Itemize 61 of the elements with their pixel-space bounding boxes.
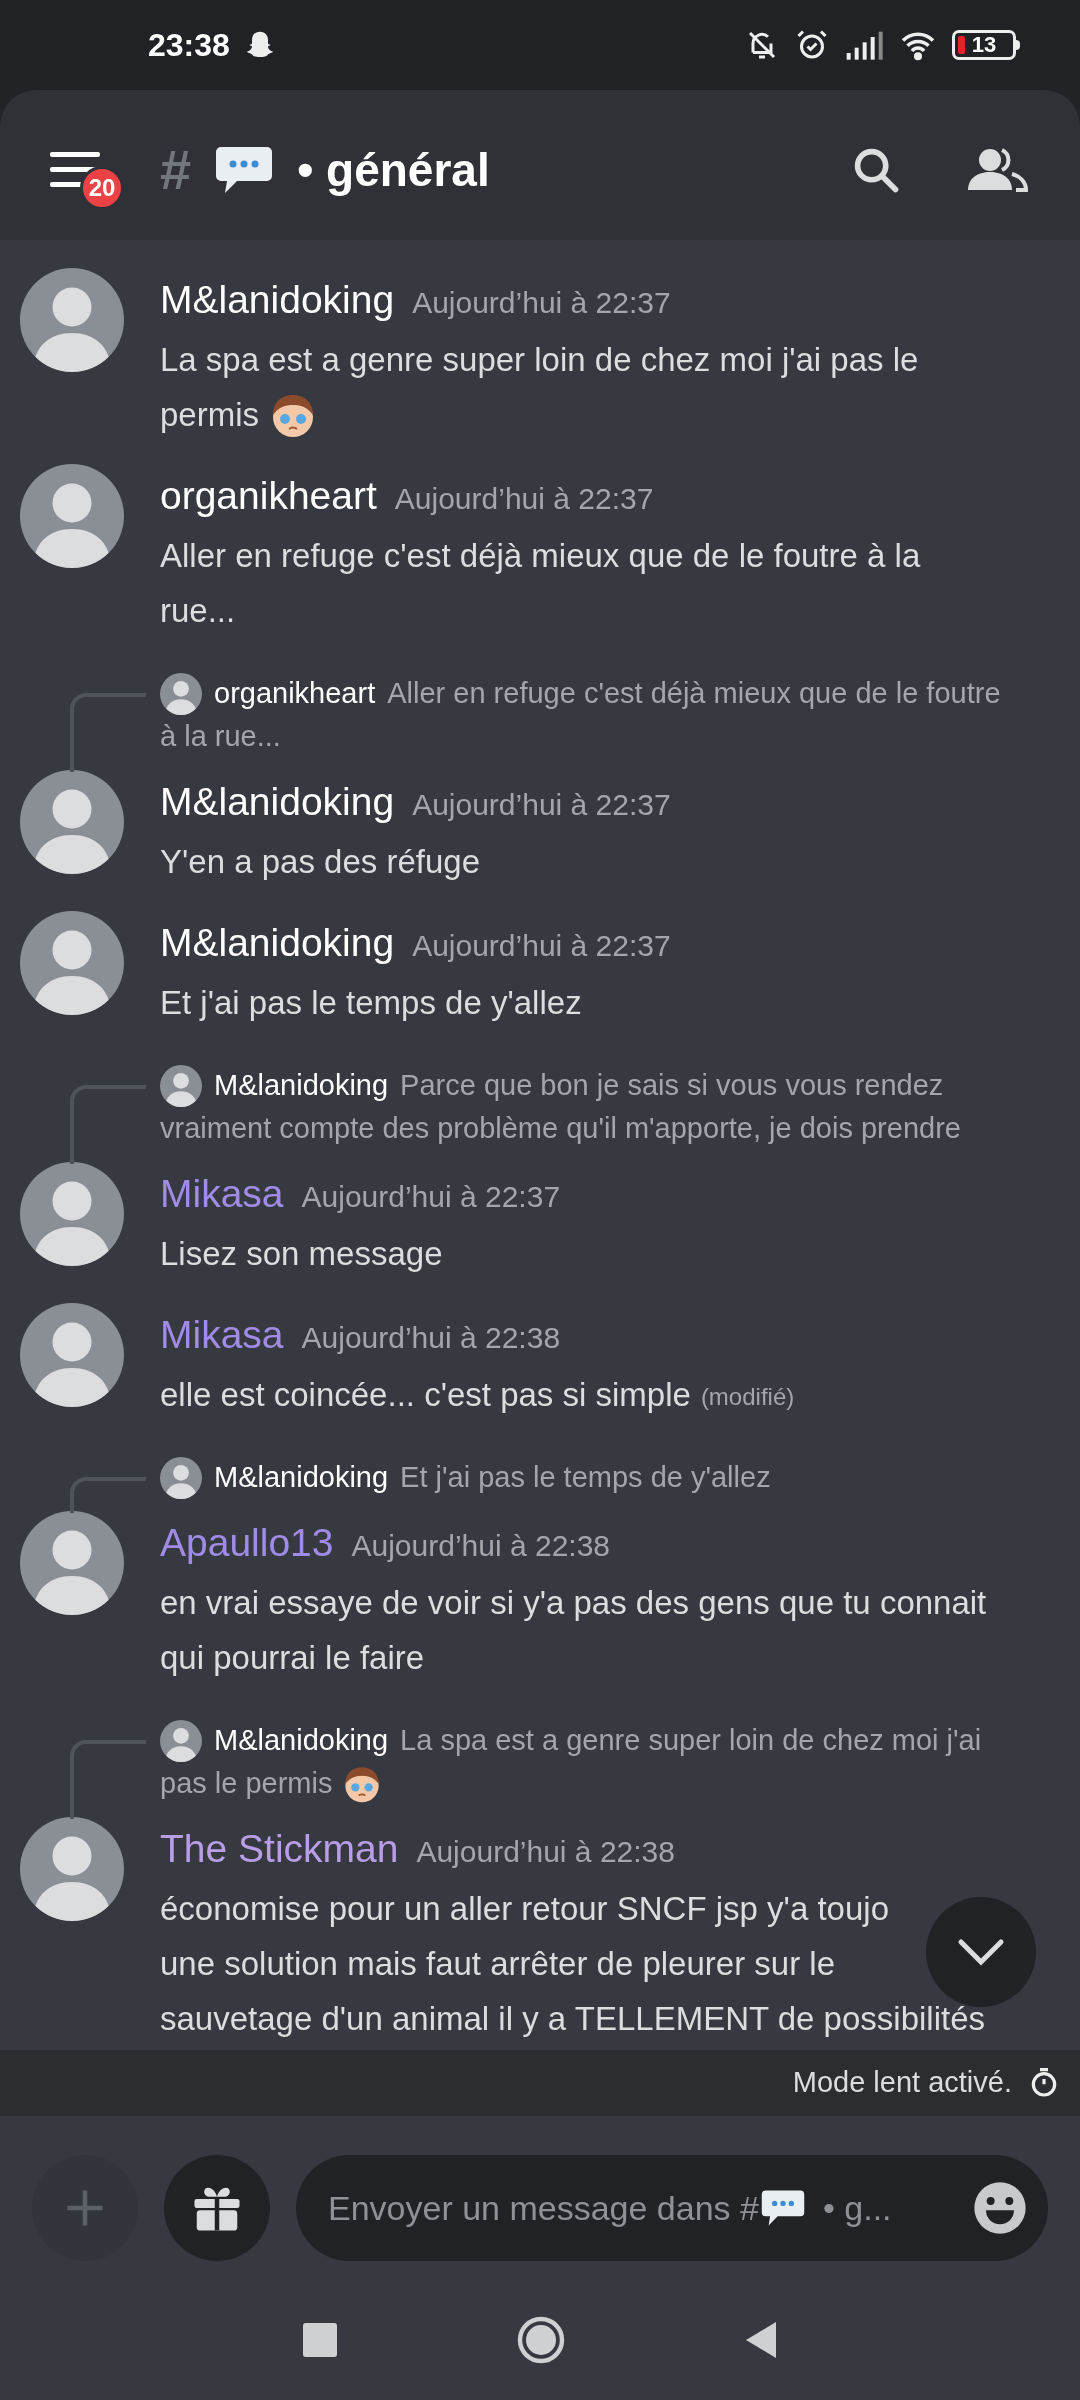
message-text: rue... (160, 590, 236, 631)
speech-bubble-icon (760, 2189, 805, 2227)
reply-preview: La spa est a genre super loin de chez moi j'ai (400, 1722, 982, 1758)
reply-preview: pas le permis (160, 1765, 333, 1801)
reply-author[interactable]: M&lanidoking (214, 1718, 389, 1763)
username[interactable]: M&lanidoking (160, 270, 395, 330)
message-text: Y'en a pas des réfuge (160, 841, 481, 882)
username[interactable]: Apaullo13 (160, 1513, 334, 1573)
reply-author[interactable]: M&lanidoking (214, 1455, 389, 1500)
username[interactable]: organikheart (160, 466, 377, 526)
username[interactable]: M&lanidoking (160, 772, 395, 832)
reply-preview: vraiment compte des problème qu'il m'apporte, je dois prendre (160, 1110, 961, 1146)
channel-name: • général (297, 142, 490, 198)
timestamp: Aujourd’hui à 22:37 (301, 1178, 561, 1215)
unread-badge: 20 (80, 166, 124, 210)
chevron-down-icon (957, 1938, 1005, 1966)
timestamp: Aujourd’hui à 22:38 (416, 1833, 675, 1870)
reply-author[interactable]: organikheart (214, 671, 376, 716)
status-time: 23:38 (148, 26, 230, 65)
username[interactable]: Mikasa (160, 1305, 284, 1365)
timestamp: Aujourd’hui à 22:37 (412, 786, 671, 823)
battery-indicator: 13 (952, 30, 1020, 60)
slow-mode-label: Mode lent activé. (792, 2065, 1012, 2101)
reply-author[interactable]: M&lanidoking (214, 1063, 389, 1108)
message-text: sauvetage d'un animal il y a TELLEMENT de possibilités (160, 1998, 986, 2039)
message-text: une solution mais faut arrêter de pleurer sur le (160, 1943, 836, 1984)
timestamp: Aujourd’hui à 22:38 (301, 1319, 561, 1356)
timestamp: Aujourd’hui à 22:37 (412, 284, 671, 321)
message-text: qui pourrai le faire (160, 1637, 425, 1678)
input-hint: • g... (822, 2187, 892, 2229)
username[interactable]: M&lanidoking (160, 913, 395, 973)
message-text: en vrai essaye de voir si y'a pas des gens que tu connait (160, 1582, 987, 1623)
reply-avatar (160, 672, 202, 715)
message-text: La spa est a genre super loin de chez moi j'ai pas le (160, 339, 919, 380)
timestamp: Aujourd’hui à 22:37 (394, 480, 654, 517)
smiley-icon[interactable] (972, 2180, 1028, 2236)
message-text: Lisez son message (160, 1233, 443, 1274)
message-text: permis (160, 394, 260, 435)
reply-preview: Parce que bon je sais si vous vous rendez (400, 1067, 944, 1103)
username[interactable]: The Stickman (160, 1819, 399, 1879)
message-text: économise pour un aller retour SNCF jsp y'a toujo (160, 1888, 889, 1929)
message-text: elle est coincée... c'est pas si simple (160, 1374, 691, 1415)
timestamp: Aujourd’hui à 22:38 (351, 1527, 610, 1564)
speech-bubble-icon (215, 145, 274, 195)
message-input[interactable]: Envoyer un message dans # • g... (296, 2155, 1048, 2261)
timestamp: Aujourd’hui à 22:37 (412, 927, 671, 964)
reply-avatar (160, 1719, 202, 1762)
channel-hash: # (160, 137, 192, 203)
circle-nav-icon[interactable] (517, 2316, 565, 2364)
reply-avatar (160, 1064, 202, 1107)
reply-preview: Et j'ai pas le temps de y'allez (400, 1459, 771, 1495)
reply-preview: Aller en refuge c'est déjà mieux que de le foutre (387, 675, 1001, 711)
signal-icon (844, 29, 884, 61)
username[interactable]: Mikasa (160, 1164, 284, 1224)
reply-avatar (160, 1456, 202, 1499)
message-text: Aller en refuge c'est déjà mieux que de le foutre à la (160, 535, 921, 576)
edited-label: (modifié) (700, 1381, 795, 1412)
reply-preview: à la rue... (160, 718, 281, 754)
back-nav-icon[interactable] (745, 2322, 777, 2358)
input-hint: Envoyer un message dans # (328, 2187, 759, 2229)
message-text: Et j'ai pas le temps de y'allez (160, 982, 582, 1023)
